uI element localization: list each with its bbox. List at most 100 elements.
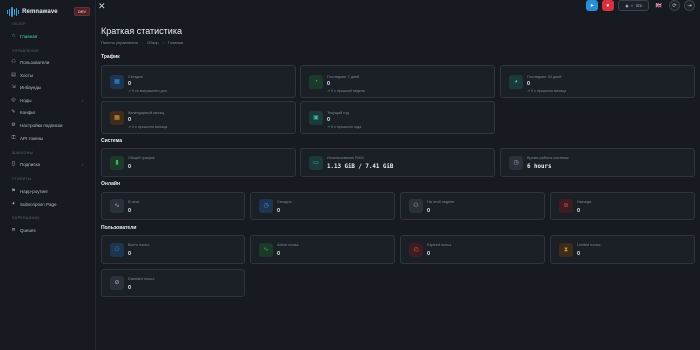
stat-card-calendar-month: ▦ Календарный месяц 0 ↗0 с прошлого меся… <box>101 101 296 134</box>
section-label-management: Управление <box>12 49 40 53</box>
stat-delta: ↗0 с прошлого года <box>327 125 362 129</box>
stat-card-users-total: ⚇ Всего польз. 0 <box>101 235 245 264</box>
subscription-page-icon: ✦ <box>11 201 16 207</box>
breadcrumb-item[interactable]: Панель управления <box>101 40 138 45</box>
stat-value: 0 <box>327 117 331 123</box>
github-stars-count: 374 <box>635 3 642 8</box>
stat-label: Disabled польз. <box>128 277 155 281</box>
dev-badge: DEV <box>74 7 91 16</box>
group-title-online: Онлайн <box>101 181 120 187</box>
logo-text: Remnawave <box>22 9 58 15</box>
nodes-icon: ◎ <box>11 97 16 103</box>
close-icon[interactable]: ✕ <box>98 2 106 11</box>
calendar-year-icon: ▣ <box>309 110 323 125</box>
sidebar-item-label: Настройки подписки <box>20 123 63 128</box>
calendar-month-icon: ▦ <box>110 110 124 125</box>
sidebar-item-api-tokens[interactable]: ⚿ API токены <box>11 134 91 143</box>
github-stars-button[interactable]: ◉ ☆ 374 <box>618 0 649 11</box>
logo[interactable]: Remnawave <box>7 6 58 18</box>
clock-icon: ◷ <box>509 155 523 170</box>
stat-value: 0 <box>128 164 132 170</box>
stat-value: 0 <box>128 81 132 87</box>
sidebar-item-label: Хосты <box>20 73 33 78</box>
page-title: Краткая статистика <box>101 26 182 36</box>
sidebar-item-label: Инбаунды <box>20 85 42 90</box>
stat-value: 0 <box>577 251 581 257</box>
stat-value: 1.13 GiB / 7.41 GiB <box>327 164 394 170</box>
stat-label: Никогда <box>577 200 592 204</box>
sidebar-item-label: Главная <box>20 34 38 39</box>
stat-card-online-today: ◷ Сегодня 0 <box>250 192 395 220</box>
logout-icon: ⇥ <box>687 2 692 9</box>
stat-card-uptime: ◷ Время работы системы 6 hours <box>500 148 695 177</box>
sidebar-item-nodes[interactable]: ◎ Ноды › <box>11 96 91 105</box>
activity-icon: ∿ <box>110 199 124 213</box>
stat-card-last-30-days: ◕ Последние 30 дней 0 ↗0 с прошлого меся… <box>500 65 695 98</box>
stat-card-users-limited: ⧗ Limited польз. 0 <box>550 235 695 264</box>
breadcrumb-item: Главная <box>168 40 184 45</box>
stat-label: Последние 30 дней <box>527 75 562 79</box>
users-icon: ⚇ <box>110 242 124 257</box>
stat-card-online-never: ⊘ Никогда 0 <box>550 192 695 220</box>
logo-icon <box>7 7 20 17</box>
stat-value: 0 <box>327 81 331 87</box>
stat-label: Expired польз. <box>427 243 453 247</box>
stat-card-today: ▦ Сегодня 0 ↗0 со вчерашнего дня <box>101 65 296 98</box>
sidebar-item-subscription-page[interactable]: ✦ Subscription Page <box>11 200 91 209</box>
stat-label: Active польз. <box>277 243 300 247</box>
sidebar-item-label: API токены <box>20 136 44 141</box>
sidebar-item-label: Ноды <box>20 98 32 103</box>
stat-value: 0 <box>277 251 281 257</box>
stat-delta: ↗0 с прошлого месяца <box>128 125 168 129</box>
sidebar-item-subscription-settings[interactable]: ⚙ Настройки подписки <box>11 121 91 130</box>
stat-label: Общий трафик <box>128 156 155 160</box>
star-icon: ☆ <box>630 3 634 8</box>
trend-up-icon: ↗ <box>527 89 531 93</box>
section-label-overview: Обзор <box>12 22 26 26</box>
sidebar-item-config[interactable]: ✎ Конфиг <box>11 108 91 117</box>
language-button[interactable]: 🇬🇧 <box>653 0 665 11</box>
sidebar-item-subscription-template[interactable]: {} Подписка › <box>11 160 91 169</box>
stat-value: 0 <box>277 208 281 214</box>
sidebar-item-label: Happ-роутинг <box>20 189 49 194</box>
group-title-users: Пользователи <box>101 225 137 231</box>
stat-value: 0 <box>128 251 132 257</box>
trend-up-icon: ↗ <box>327 125 331 129</box>
sidebar-item-users[interactable]: ⚇ Пользователи <box>11 58 91 67</box>
sidebar-item-hosts[interactable]: ▤ Хосты <box>11 71 91 80</box>
logout-button[interactable]: ⇥ <box>684 0 695 11</box>
heart-icon: ♥ <box>606 2 610 9</box>
stat-card-users-active: ∿ Active польз. 0 <box>250 235 395 264</box>
section-label-utilities: Утилиты <box>12 177 32 181</box>
sidebar-item-queues[interactable]: ≣ Queues <box>11 226 91 235</box>
users-icon: ⚇ <box>11 59 16 65</box>
ban-icon: ⊘ <box>559 199 573 213</box>
star-icon: ☆ <box>11 33 16 39</box>
stat-value: 0 <box>577 208 581 214</box>
chevron-right-icon: › <box>81 162 84 167</box>
hourglass-icon: ⧗ <box>559 242 573 257</box>
sidebar-item-label: Subscription Page <box>20 202 57 207</box>
breadcrumb-item[interactable]: Обзор <box>147 40 159 45</box>
donate-button[interactable]: ♥ <box>602 0 614 11</box>
stat-label: В сети <box>128 200 140 204</box>
sidebar-item-inbounds[interactable]: ⇲ Инбаунды <box>11 83 91 92</box>
stat-label: Limited польз. <box>577 243 602 247</box>
stat-card-users-disabled: ⊘ Disabled польз. 0 <box>101 269 245 297</box>
github-icon: ◉ <box>625 3 629 8</box>
refresh-button[interactable]: ⟳ <box>669 0 680 11</box>
stat-value: 0 <box>128 117 132 123</box>
stat-label: Всего польз. <box>128 243 151 247</box>
refresh-icon: ⟳ <box>672 2 677 9</box>
telegram-button[interactable]: ➤ <box>586 0 598 11</box>
hosts-icon: ▤ <box>11 72 16 78</box>
stat-card-online-now: ∿ В сети 0 <box>101 192 245 220</box>
stat-value: 0 <box>128 208 132 214</box>
sidebar-item-label: Пользователи <box>20 60 50 65</box>
sidebar-item-home[interactable]: ☆ Главная <box>11 32 91 41</box>
stat-card-current-year: ▣ Текущий год 0 ↗0 с прошлого года <box>300 101 495 134</box>
group-title-system: Система <box>101 138 123 144</box>
sidebar-item-happ-routing[interactable]: ⚑ Happ-роутинг <box>11 187 91 196</box>
chevron-right-icon: › <box>81 98 84 103</box>
stat-delta: ↗0 со вчерашнего дня <box>128 89 167 93</box>
